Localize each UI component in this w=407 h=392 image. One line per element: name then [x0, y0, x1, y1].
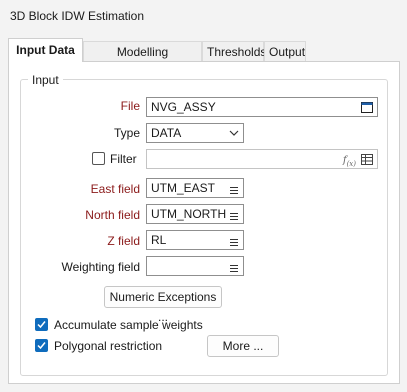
z-field-value: RL	[151, 233, 167, 247]
input-group-label: Input	[28, 73, 63, 87]
file-label: File	[120, 99, 140, 113]
east-field-value: UTM_EAST	[151, 181, 216, 195]
polygonal-label: Polygonal restriction	[54, 339, 163, 353]
tab-output[interactable]: Output	[264, 41, 306, 61]
z-field-label: Z field	[107, 234, 140, 248]
table-icon[interactable]	[361, 153, 373, 171]
more-button[interactable]: More ...	[207, 335, 279, 357]
list-icon[interactable]	[230, 261, 238, 279]
north-field-value: UTM_NORTH	[151, 207, 227, 221]
checkmark-icon	[37, 342, 46, 350]
fx-icon[interactable]: f(x)	[343, 152, 356, 173]
list-icon[interactable]	[230, 183, 238, 201]
list-icon[interactable]	[230, 209, 238, 227]
list-icon[interactable]	[230, 235, 238, 253]
tab-thresholds[interactable]: Thresholds	[202, 41, 266, 61]
tab-input-data[interactable]: Input Data	[8, 38, 83, 62]
north-field-label: North field	[85, 208, 140, 222]
file-input[interactable]: NVG_ASSY	[146, 97, 378, 117]
type-select[interactable]: DATA	[146, 123, 244, 143]
accumulate-label: Accumulate sample weights	[54, 318, 203, 332]
accumulate-checkbox[interactable]	[35, 318, 48, 331]
file-browse-icon[interactable]	[361, 101, 373, 119]
file-value: NVG_ASSY	[151, 100, 216, 114]
filter-label: Filter	[110, 152, 137, 166]
z-field-input[interactable]: RL	[146, 230, 244, 250]
filter-checkbox[interactable]	[92, 152, 105, 165]
chevron-down-icon	[229, 126, 239, 144]
type-label: Type	[113, 126, 140, 140]
north-field-input[interactable]: UTM_NORTH	[146, 204, 244, 224]
weighting-field-label: Weighting field	[61, 260, 141, 274]
type-value: DATA	[151, 126, 182, 140]
east-field-input[interactable]: UTM_EAST	[146, 178, 244, 198]
window-title: 3D Block IDW Estimation	[10, 9, 145, 23]
east-field-label: East field	[90, 182, 140, 196]
filter-input[interactable]: f(x)	[146, 149, 378, 169]
numeric-exceptions-button[interactable]: Numeric Exceptions ...	[104, 286, 222, 324]
tab-modelling-parameters[interactable]: Modelling Parameters	[83, 41, 202, 79]
weighting-field-input[interactable]	[146, 256, 244, 276]
polygonal-checkbox[interactable]	[35, 339, 48, 352]
checkmark-icon	[37, 321, 46, 329]
title-bar: 3D Block IDW Estimation	[0, 0, 407, 34]
